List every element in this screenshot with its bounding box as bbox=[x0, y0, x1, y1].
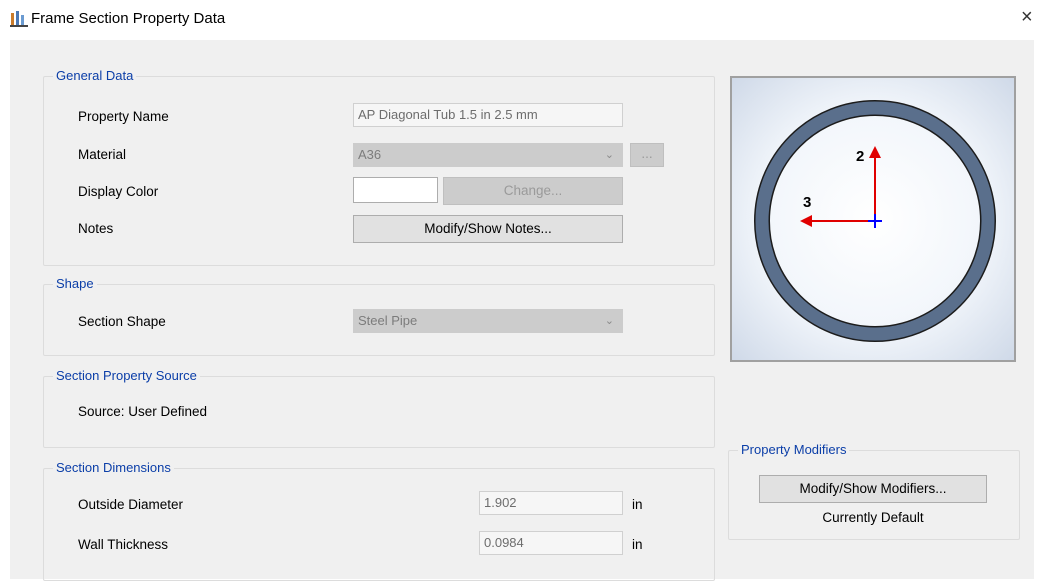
outside-diameter-label: Outside Diameter bbox=[78, 497, 184, 512]
change-color-button[interactable]: Change... bbox=[443, 177, 623, 205]
modify-show-modifiers-button[interactable]: Modify/Show Modifiers... bbox=[759, 475, 987, 503]
section-preview-drawing: 2 3 bbox=[754, 100, 996, 342]
section-dimensions-legend: Section Dimensions bbox=[53, 460, 174, 476]
axis-3-label: 3 bbox=[803, 194, 811, 211]
section-preview: 2 3 bbox=[730, 76, 1016, 362]
property-name-field[interactable]: AP Diagonal Tub 1.5 in 2.5 mm bbox=[353, 103, 623, 127]
section-shape-select[interactable]: Steel Pipe ⌄ bbox=[353, 309, 623, 333]
dialog-body: General Data Property Name AP Diagonal T… bbox=[10, 40, 1034, 581]
display-color-label: Display Color bbox=[78, 184, 159, 199]
window-title: Frame Section Property Data bbox=[31, 10, 226, 27]
material-browse-button[interactable]: ... bbox=[630, 143, 664, 167]
notes-label: Notes bbox=[78, 221, 114, 236]
section-property-source-legend: Section Property Source bbox=[53, 368, 200, 384]
title-bar: Frame Section Property Data × bbox=[0, 0, 1044, 38]
app-icon bbox=[10, 11, 28, 27]
section-dimensions-group: Section Dimensions bbox=[43, 460, 715, 581]
modify-show-notes-button[interactable]: Modify/Show Notes... bbox=[353, 215, 623, 243]
axis-2-label: 2 bbox=[856, 148, 864, 165]
wall-thickness-label: Wall Thickness bbox=[78, 537, 169, 552]
axis-3-arrowhead bbox=[800, 215, 812, 227]
material-label: Material bbox=[78, 147, 127, 162]
wall-thickness-unit: in bbox=[632, 537, 643, 552]
wall-thickness-field[interactable]: 0.0984 bbox=[479, 531, 623, 555]
chevron-down-icon: ⌄ bbox=[604, 149, 614, 161]
material-value: A36 bbox=[358, 147, 382, 162]
close-icon[interactable]: × bbox=[1021, 6, 1033, 28]
general-data-legend: General Data bbox=[53, 68, 137, 84]
modifiers-status: Currently Default bbox=[822, 510, 924, 525]
property-modifiers-legend: Property Modifiers bbox=[738, 442, 850, 458]
axis-2-arrowhead bbox=[869, 146, 881, 158]
material-select[interactable]: A36 ⌄ bbox=[353, 143, 623, 167]
section-shape-label: Section Shape bbox=[78, 314, 166, 329]
shape-legend: Shape bbox=[53, 276, 97, 292]
section-shape-value: Steel Pipe bbox=[358, 313, 418, 328]
source-text: Source: User Defined bbox=[78, 404, 208, 419]
property-name-label: Property Name bbox=[78, 109, 169, 124]
outside-diameter-unit: in bbox=[632, 497, 643, 512]
chevron-down-icon: ⌄ bbox=[604, 315, 614, 327]
outside-diameter-field[interactable]: 1.902 bbox=[479, 491, 623, 515]
display-color-swatch[interactable] bbox=[353, 177, 438, 203]
